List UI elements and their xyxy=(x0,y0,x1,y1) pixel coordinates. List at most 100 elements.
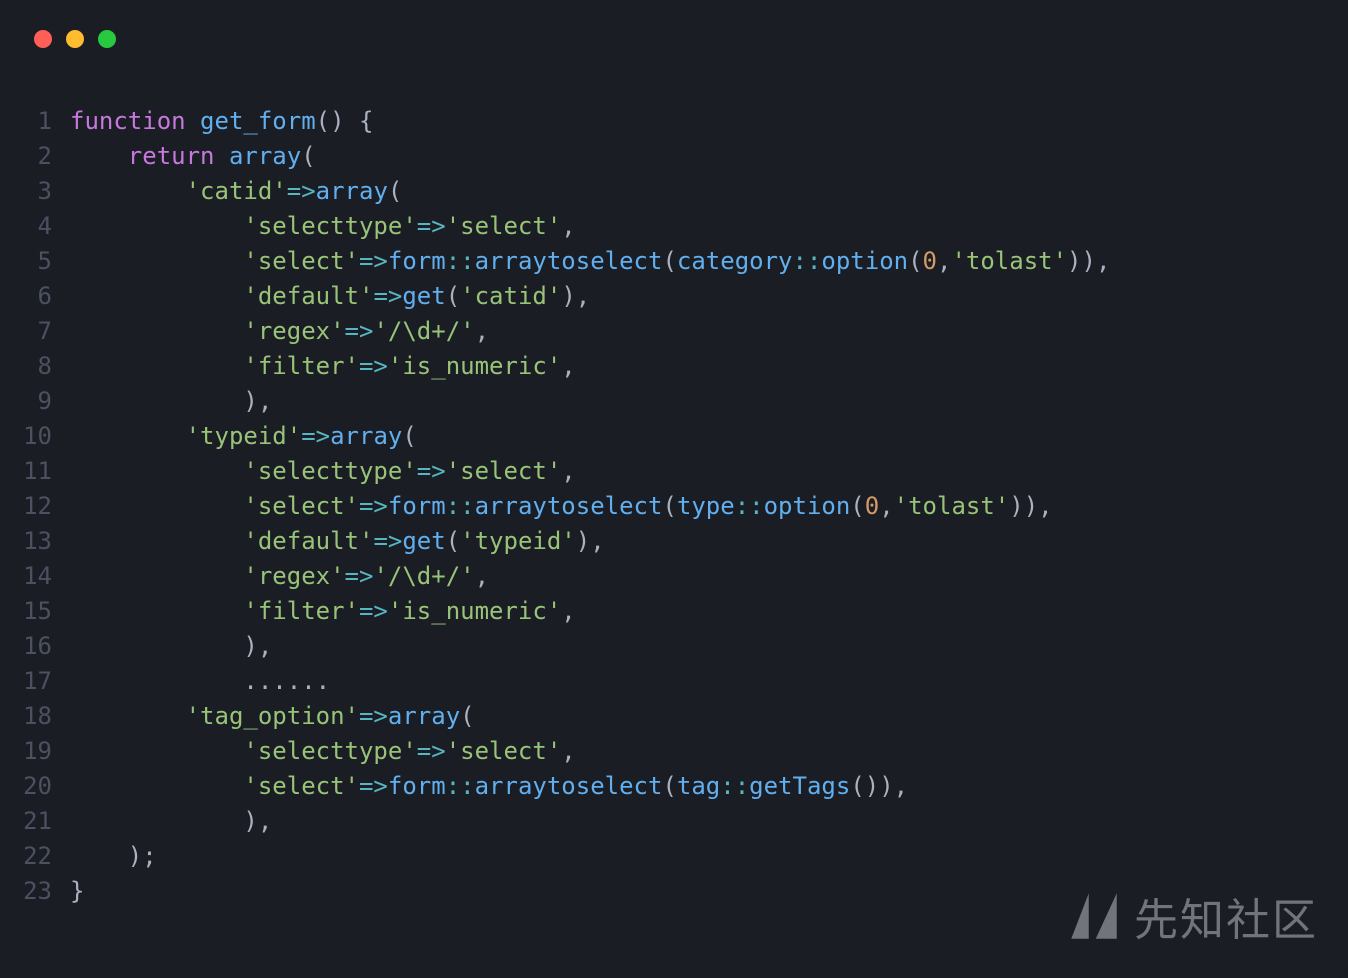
line-content[interactable]: 'regex'=>'/\d+/', xyxy=(70,314,489,349)
watermark: 先知社区 xyxy=(1066,884,1318,948)
token-fn: form xyxy=(388,492,446,520)
line-content[interactable]: 'tag_option'=>array( xyxy=(70,699,475,734)
token-punct: () { xyxy=(316,107,374,135)
token-punct: ( xyxy=(662,492,676,520)
code-line[interactable]: 7 'regex'=>'/\d+/', xyxy=(0,314,1348,349)
token-punct: , xyxy=(879,492,893,520)
line-number: 16 xyxy=(0,629,70,664)
token-plain xyxy=(70,527,243,555)
line-content[interactable]: 'select'=>form::arraytoselect(type::opti… xyxy=(70,489,1053,524)
line-content[interactable]: ), xyxy=(70,384,272,419)
line-content[interactable]: 'selecttype'=>'select', xyxy=(70,454,576,489)
token-op: :: xyxy=(446,247,475,275)
token-str: 'selecttype' xyxy=(243,212,416,240)
token-punct: , xyxy=(475,562,489,590)
code-line[interactable]: 6 'default'=>get('catid'), xyxy=(0,279,1348,314)
line-number: 19 xyxy=(0,734,70,769)
token-plain xyxy=(70,702,186,730)
code-line[interactable]: 10 'typeid'=>array( xyxy=(0,419,1348,454)
code-line[interactable]: 22 ); xyxy=(0,839,1348,874)
token-punct: ...... xyxy=(243,667,330,695)
line-content[interactable]: 'select'=>form::arraytoselect(tag::getTa… xyxy=(70,769,908,804)
token-plain xyxy=(70,317,243,345)
code-line[interactable]: 18 'tag_option'=>array( xyxy=(0,699,1348,734)
line-content[interactable]: 'filter'=>'is_numeric', xyxy=(70,594,576,629)
token-fn: array xyxy=(388,702,460,730)
line-content[interactable]: ), xyxy=(70,804,272,839)
line-content[interactable]: 'selecttype'=>'select', xyxy=(70,209,576,244)
code-line[interactable]: 13 'default'=>get('typeid'), xyxy=(0,524,1348,559)
token-str: 'is_numeric' xyxy=(388,352,561,380)
close-icon[interactable] xyxy=(34,30,52,48)
token-fn: arraytoselect xyxy=(475,492,663,520)
code-line[interactable]: 20 'select'=>form::arraytoselect(tag::ge… xyxy=(0,769,1348,804)
code-line[interactable]: 17 ...... xyxy=(0,664,1348,699)
line-content[interactable]: function get_form() { xyxy=(70,104,373,139)
token-fn: type xyxy=(677,492,735,520)
code-line[interactable]: 12 'select'=>form::arraytoselect(type::o… xyxy=(0,489,1348,524)
token-punct: ()), xyxy=(850,772,908,800)
line-content[interactable]: 'default'=>get('typeid'), xyxy=(70,524,605,559)
line-content[interactable]: ), xyxy=(70,629,272,664)
code-line[interactable]: 16 ), xyxy=(0,629,1348,664)
token-op: :: xyxy=(446,772,475,800)
token-fn: array xyxy=(316,177,388,205)
token-str: 'typeid' xyxy=(460,527,576,555)
code-line[interactable]: 14 'regex'=>'/\d+/', xyxy=(0,559,1348,594)
token-str: 'select' xyxy=(446,212,562,240)
code-line[interactable]: 15 'filter'=>'is_numeric', xyxy=(0,594,1348,629)
zoom-icon[interactable] xyxy=(98,30,116,48)
line-content[interactable]: 'catid'=>array( xyxy=(70,174,402,209)
code-line[interactable]: 8 'filter'=>'is_numeric', xyxy=(0,349,1348,384)
token-op: => xyxy=(373,282,402,310)
token-punct: ( xyxy=(850,492,864,520)
code-line[interactable]: 9 ), xyxy=(0,384,1348,419)
line-content[interactable]: 'typeid'=>array( xyxy=(70,419,417,454)
code-line[interactable]: 21 ), xyxy=(0,804,1348,839)
line-number: 17 xyxy=(0,664,70,699)
code-line[interactable]: 2 return array( xyxy=(0,139,1348,174)
line-content[interactable]: 'default'=>get('catid'), xyxy=(70,279,590,314)
token-punct: ( xyxy=(446,527,460,555)
token-punct: ( xyxy=(460,702,474,730)
token-op: => xyxy=(359,702,388,730)
token-fn: option xyxy=(764,492,851,520)
line-content[interactable]: 'filter'=>'is_numeric', xyxy=(70,349,576,384)
token-str: 'selecttype' xyxy=(243,737,416,765)
token-plain xyxy=(70,247,243,275)
line-content[interactable]: ...... xyxy=(70,664,330,699)
code-line[interactable]: 11 'selecttype'=>'select', xyxy=(0,454,1348,489)
line-content[interactable]: return array( xyxy=(70,139,316,174)
token-fn: get xyxy=(402,282,445,310)
token-fn: array xyxy=(229,142,301,170)
code-line[interactable]: 5 'select'=>form::arraytoselect(category… xyxy=(0,244,1348,279)
line-content[interactable]: ); xyxy=(70,839,157,874)
code-line[interactable]: 3 'catid'=>array( xyxy=(0,174,1348,209)
line-content[interactable]: 'regex'=>'/\d+/', xyxy=(70,559,489,594)
token-str: 'catid' xyxy=(460,282,561,310)
token-kw: return xyxy=(128,142,229,170)
token-fn: get_form xyxy=(200,107,316,135)
code-line[interactable]: 4 'selecttype'=>'select', xyxy=(0,209,1348,244)
line-content[interactable]: 'selecttype'=>'select', xyxy=(70,734,576,769)
token-fn: getTags xyxy=(749,772,850,800)
token-punct: ), xyxy=(243,387,272,415)
line-number: 10 xyxy=(0,419,70,454)
line-content[interactable]: 'select'=>form::arraytoselect(category::… xyxy=(70,244,1110,279)
line-number: 18 xyxy=(0,699,70,734)
code-line[interactable]: 1function get_form() { xyxy=(0,104,1348,139)
token-str: 'tolast' xyxy=(951,247,1067,275)
token-str: '/\d+/' xyxy=(373,317,474,345)
token-punct: , xyxy=(475,317,489,345)
token-plain xyxy=(70,422,186,450)
line-content[interactable]: } xyxy=(70,874,84,909)
token-str: 'select' xyxy=(446,737,562,765)
token-fn: form xyxy=(388,772,446,800)
code-line[interactable]: 19 'selecttype'=>'select', xyxy=(0,734,1348,769)
minimize-icon[interactable] xyxy=(66,30,84,48)
token-str: 'catid' xyxy=(186,177,287,205)
token-str: 'typeid' xyxy=(186,422,302,450)
token-plain xyxy=(70,212,243,240)
token-punct: } xyxy=(70,877,84,905)
code-editor[interactable]: 1function get_form() {2 return array(3 '… xyxy=(0,24,1348,909)
